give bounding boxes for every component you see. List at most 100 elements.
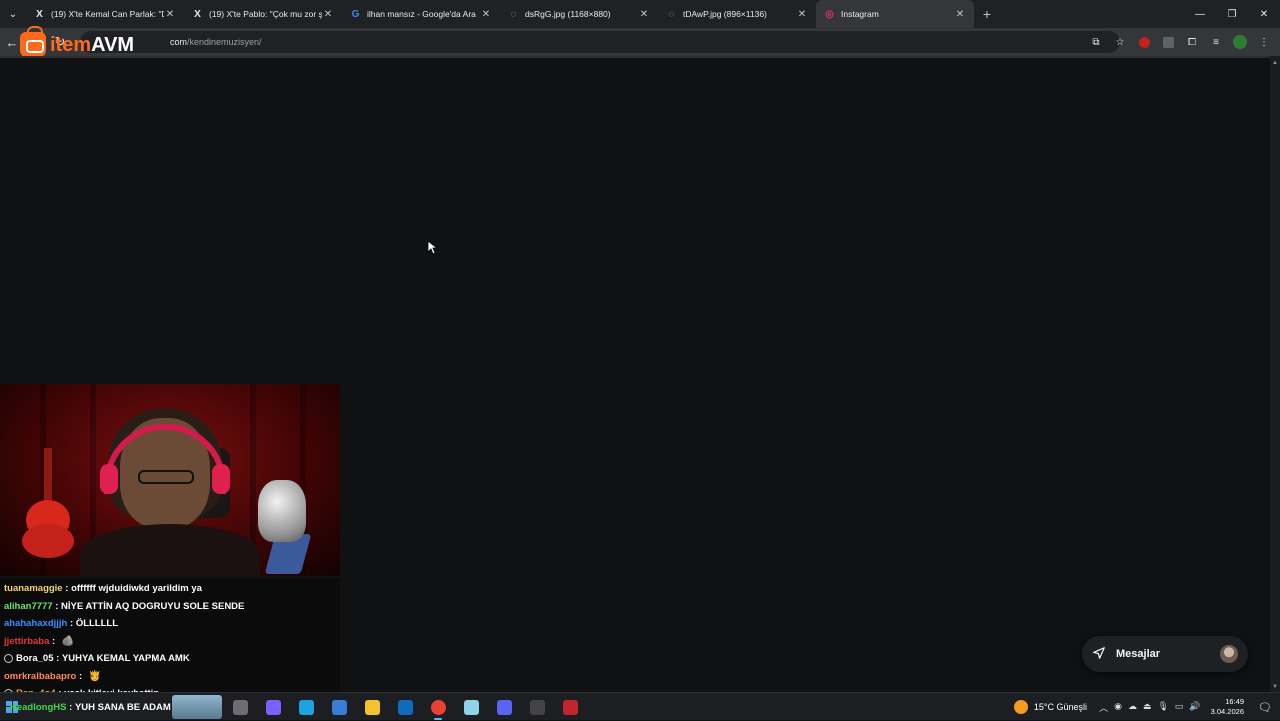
messages-button[interactable]: Mesajlar [1082, 636, 1248, 672]
tab-title: (19) X'te Kemal Can Parlak: "Del [51, 9, 164, 19]
tray-icons: ︿ ◉ ☁ ⏏ 🎙 ▭ 🔊 [1099, 701, 1201, 714]
steam-icon[interactable]: ◉ [1114, 701, 1122, 714]
headline-user: HeadlongHS [10, 701, 67, 713]
guitar-icon [22, 448, 76, 558]
browser-tab[interactable]: ◌ tDAwP.jpg (896×1136) ✕ [658, 0, 816, 28]
install-app-icon[interactable]: ⧉ [1086, 32, 1106, 52]
browser-tab[interactable]: ◎ Instagram ✕ [816, 0, 974, 28]
tab-title: ilhan mansız - Google'da Ara [367, 9, 476, 19]
brand-item: item [50, 33, 92, 56]
extensions-puzzle-icon[interactable]: ⧠ [1182, 32, 1202, 52]
taskbar-apps [228, 693, 582, 721]
wifi-icon[interactable]: ▭ [1175, 701, 1184, 714]
instagram-icon: ◎ [825, 8, 834, 20]
news-widget-thumbnail[interactable] [172, 695, 222, 719]
browser-tab[interactable]: ◌ dsRgG.jpg (1168×880) ✕ [500, 0, 658, 28]
chat-username: tuanamaggie [4, 583, 63, 594]
shopping-bag-gamepad-icon [20, 26, 46, 58]
new-tab-button[interactable]: + [974, 6, 1000, 22]
tab-title: tDAwP.jpg (896×1136) [683, 9, 767, 19]
tab-search-chevron-icon[interactable]: ⌄ [0, 0, 26, 28]
clock-time: 16:49 [1225, 697, 1244, 706]
chat-username: omrkralbabapro [4, 670, 77, 682]
chat-message: alihan7777 : NİYE ATTİN AQ DOGRUYU SOLE … [4, 598, 336, 616]
clock-date: 3.04.2026 [1210, 707, 1244, 716]
media-controls-icon[interactable]: ≡ [1206, 32, 1226, 52]
system-tray: 15°C Güneşli ︿ ◉ ☁ ⏏ 🎙 ▭ 🔊 16:49 3.04.20… [1013, 693, 1280, 721]
chat-text: ÖLLLLLL [75, 618, 119, 629]
page-scrollbar[interactable]: ▲ ▼ [1270, 56, 1280, 692]
browser-tab[interactable]: X (19) X'te Kemal Can Parlak: "Del ✕ [26, 0, 184, 28]
chat-username: jjettirbaba [4, 635, 50, 647]
minimize-icon[interactable]: — [1184, 0, 1216, 28]
copilot-icon[interactable] [261, 695, 285, 719]
voicemeeter-icon[interactable] [558, 695, 582, 719]
google-icon: G [351, 8, 360, 20]
browser-toolbar: ← → ↻ com /kendinemuzisyen/ ⧉ ☆ ⧠ ≡ ⋮ [0, 28, 1280, 56]
chat-message: Bora_05 : YUHYA KEMAL YAPMA AMK [4, 650, 336, 668]
chat-headline: HeadlongHS : YUH SANA BE ADAM [10, 701, 171, 713]
weather-text[interactable]: 15°C Güneşli [1034, 702, 1087, 712]
notepad-icon[interactable] [459, 695, 483, 719]
file-explorer-icon[interactable] [360, 695, 384, 719]
close-tab-icon[interactable]: ✕ [796, 9, 808, 20]
tab-title: Instagram [841, 9, 879, 19]
url-path: /kendinemuzisyen/ [187, 37, 262, 47]
scroll-up-icon[interactable]: ▲ [1272, 60, 1278, 66]
chat-message: ahahahaxdjjjh : ÖLLLLLL [4, 615, 336, 633]
streamer-body [80, 524, 260, 576]
image-file-icon: ◌ [510, 8, 517, 20]
chrome-icon[interactable] [426, 695, 450, 720]
window-controls: — ❐ ✕ [1184, 0, 1280, 28]
chat-username: alihan7777 [4, 600, 53, 612]
chat-emote-icon: 🪨 [61, 635, 75, 647]
close-tab-icon[interactable]: ✕ [638, 9, 650, 20]
browser-tab[interactable]: X (19) X'te Pablo: "Çok mu zor şu ✕ [184, 0, 342, 28]
microphone-tray-icon[interactable]: 🎙 [1157, 701, 1168, 714]
close-tab-icon[interactable]: ✕ [164, 9, 176, 20]
obs-icon[interactable] [525, 695, 549, 719]
chat-message: tuanamaggie : offffff wjduidiwkd yarildi… [4, 580, 336, 598]
brand-avm: AVM [91, 33, 135, 56]
chat-text: NİYE ATTİN AQ DOGRUYU SOLE SENDE [61, 600, 245, 612]
extension-red-icon[interactable] [1134, 32, 1154, 52]
outlook-icon[interactable] [393, 695, 417, 719]
usb-icon[interactable]: ⏏ [1143, 701, 1152, 714]
weather-sun-icon[interactable] [1013, 700, 1028, 714]
close-tab-icon[interactable]: ✕ [954, 9, 966, 20]
restore-icon[interactable]: ❐ [1216, 0, 1248, 28]
headline-text: YUH SANA BE ADAM [74, 701, 171, 713]
store-icon[interactable] [327, 695, 351, 719]
onedrive-icon[interactable]: ☁ [1128, 701, 1137, 714]
profile-avatar-icon[interactable] [1230, 32, 1250, 52]
browser-tab[interactable]: Gilhan mansız - Google'da Ara ✕ [342, 0, 500, 28]
chat-text: offffff wjduidiwkd yarildim ya [71, 583, 202, 594]
chat-message: omrkralbabapro : 🫅 [4, 668, 336, 686]
windows-taskbar: HeadlongHS : YUH SANA BE ADAM 15°C Güneş… [0, 692, 1280, 720]
extension-script-icon[interactable] [1158, 32, 1178, 52]
mouse-cursor-icon [427, 240, 437, 255]
chat-username: ahahahaxdjjjh [4, 618, 68, 629]
clock[interactable]: 16:49 3.04.2026 [1211, 697, 1244, 717]
show-hidden-icons-chevron-icon[interactable]: ︿ [1099, 701, 1108, 714]
chat-message: jjettirbaba : 🪨 [4, 633, 336, 651]
notification-icon[interactable]: 🗨 [1254, 701, 1276, 714]
menu-kebab-icon[interactable]: ⋮ [1254, 32, 1274, 52]
stream-chat-overlay: tuanamaggie : offffff wjduidiwkd yarildi… [0, 578, 340, 699]
close-tab-icon[interactable]: ✕ [480, 9, 492, 20]
messages-label: Mesajlar [1116, 648, 1161, 660]
discord-icon[interactable] [492, 695, 516, 719]
chat-badge-icon [4, 654, 13, 664]
volume-icon[interactable]: 🔊 [1189, 701, 1200, 714]
chat-text: YUHYA KEMAL YAPMA AMK [61, 653, 190, 664]
address-bar[interactable]: com /kendinemuzisyen/ [80, 31, 1120, 53]
close-window-icon[interactable]: ✕ [1248, 0, 1280, 28]
url-host: com [170, 37, 188, 47]
bookmark-star-icon[interactable]: ☆ [1110, 32, 1130, 52]
edge-icon[interactable] [294, 695, 318, 719]
task-view-icon[interactable] [228, 695, 252, 719]
x-logo-icon: X [36, 8, 43, 20]
microphone-icon [258, 480, 306, 542]
close-tab-icon[interactable]: ✕ [322, 9, 334, 20]
scroll-down-icon[interactable]: ▼ [1272, 684, 1278, 690]
